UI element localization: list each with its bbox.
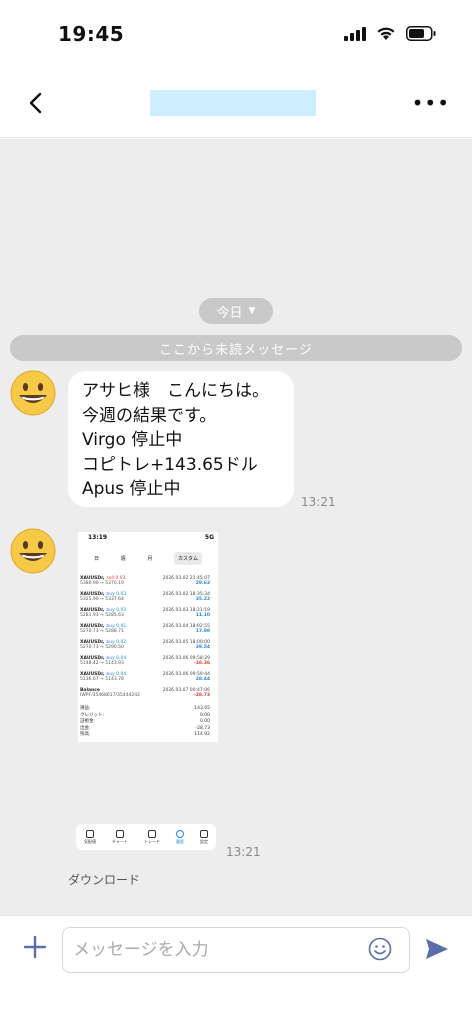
mini-toolbar-item: トレード xyxy=(143,829,160,845)
mini-trade-row: XAUUSDr, sell 0.03 2026.03.02 21:45:07 5380… xyxy=(80,576,218,586)
mini-summary-label: 証拠金: xyxy=(80,719,96,724)
mini-summary-value: 0.00 xyxy=(199,712,210,718)
mini-toolbar-icon xyxy=(86,829,94,838)
mini-time: 13:19 xyxy=(88,534,108,541)
mini-tabs: 日 週 月 カスタム xyxy=(88,548,208,568)
mini-toolbar-icon xyxy=(199,829,208,838)
mini-profit: 11.10 xyxy=(195,613,210,618)
grinning-face-avatar[interactable] xyxy=(10,528,56,574)
message-line: アサヒ様 こんにちは。 xyxy=(82,381,269,401)
mini-summary-value: -28.73 xyxy=(195,725,210,731)
wifi-icon xyxy=(377,27,395,40)
mini-summary-label: 損益: xyxy=(80,706,91,711)
download-link[interactable]: ダウンロード xyxy=(68,871,140,888)
mini-prices: 5380.90 → 5370.19 xyxy=(80,581,124,586)
mini-toolbar-label: 履歴 xyxy=(175,838,184,844)
mini-summary-row: 証拠金: 0.00 xyxy=(80,719,218,725)
mini-summary-row: 損益: 143.65 xyxy=(80,706,218,712)
mini-toolbar-label: 設定 xyxy=(199,838,208,844)
mini-toolbar-label: トレード xyxy=(143,838,160,844)
date-label: 今日 xyxy=(216,305,243,321)
plus-icon[interactable] xyxy=(22,934,48,960)
emoji-icon[interactable] xyxy=(368,937,392,961)
signal-icon xyxy=(344,26,366,41)
mini-trade-row: XAUUSDr, buy 0.01 2026.03.04 18:02:55 5270.… xyxy=(80,624,218,634)
message-timestamp: 13:21 xyxy=(226,845,261,859)
trade-history-screenshot: 13:19 5G 日 週 月 カスタム XAUUSDr, sell 0.03 202… xyxy=(78,532,218,742)
mini-profit: 35.22 xyxy=(195,597,210,602)
mini-tab-active: カスタム xyxy=(173,551,202,565)
mini-toolbar-item: チャート xyxy=(112,829,128,845)
mini-summary-row: 残高: 114.92 xyxy=(80,732,218,738)
mini-trade-row: XAUUSDr, buy 0.04 2026.03.06 09:59:44 5136.… xyxy=(80,672,218,682)
message-line: コピトレ+143.65ドル xyxy=(82,454,258,475)
more-button[interactable]: ••• xyxy=(412,93,450,113)
input-bar xyxy=(0,915,472,1024)
mini-profit: 29.63 xyxy=(195,581,210,586)
mini-toolbar-label: 気配値 xyxy=(84,838,96,844)
mini-network: 5G xyxy=(204,534,214,541)
mini-tab: 日 xyxy=(94,555,100,562)
mini-prices: 5325.90 → 5337.64 xyxy=(80,597,124,602)
mini-prices: 5281.93 → 5285.63 xyxy=(80,613,124,618)
message-line: 今週の結果です。 xyxy=(82,405,217,426)
mini-prices: 5270.73 → 5288.71 xyxy=(80,629,124,634)
mini-trade-row: XAUUSDr, buy 0.02 2026.03.05 18:00:00 5270.… xyxy=(80,640,218,650)
mini-prices: 5136.67 → 5143.78 xyxy=(80,677,124,682)
unread-divider: ここから未読メッセージ xyxy=(10,335,462,361)
unread-label: ここから未読メッセージ xyxy=(159,342,313,358)
mini-toolbar-icon xyxy=(147,829,156,838)
mini-summary-value: 0.00 xyxy=(199,719,210,724)
mini-toolbar: 気配値 チャート トレード 履歴 設定 xyxy=(76,824,216,850)
mini-profit: 28.44 xyxy=(195,677,210,682)
date-selector[interactable]: 今日 ▼ xyxy=(199,298,273,324)
message-bubble[interactable]: アサヒ様 こんにちは。 今週の結果です。 Virgo 停止中 コピトレ+143.… xyxy=(68,371,294,507)
nav-bar: ••• xyxy=(0,70,472,138)
mini-summary-value: 143.65 xyxy=(194,706,210,711)
mini-toolbar-icon xyxy=(175,829,184,838)
battery-icon xyxy=(406,26,436,41)
chat-title-placeholder xyxy=(150,90,316,116)
status-time: 19:45 xyxy=(58,22,125,46)
message-input[interactable] xyxy=(62,927,410,973)
chevron-left-icon xyxy=(29,92,42,114)
caret-down-icon: ▼ xyxy=(248,306,256,316)
mini-summary-label: 残高: xyxy=(80,732,91,737)
mini-summary-row: クレジット: 0.00 xyxy=(80,713,218,719)
mini-toolbar-icon xyxy=(115,829,124,838)
mini-trade-row: XAUUSDr, buy 0.04 2026.03.06 09:58:29 5148.… xyxy=(80,656,218,666)
send-icon[interactable] xyxy=(424,937,450,961)
message-timestamp: 13:21 xyxy=(301,495,336,509)
mini-tab: 月 xyxy=(147,555,153,562)
mini-prices: 5270.73 → 5290.50 xyxy=(80,645,124,650)
mini-balance-value: -28.73 xyxy=(193,693,210,698)
mini-tab: 週 xyxy=(120,555,126,562)
mini-account: IWPF/35468617/35444242 xyxy=(80,693,140,698)
mini-summary-label: 出金: xyxy=(80,725,91,731)
status-icons xyxy=(344,26,436,41)
more-horizontal-icon: ••• xyxy=(411,91,450,115)
mini-summary-row: 出金: -28.73 xyxy=(80,726,218,732)
image-message[interactable]: 13:19 5G 日 週 月 カスタム XAUUSDr, sell 0.03 202… xyxy=(68,524,222,858)
mini-trade-row: XAUUSDr, buy 0.03 2026.03.03 18:21:19 5281.… xyxy=(80,608,218,618)
mini-toolbar-item: 気配値 xyxy=(84,829,96,845)
grinning-face-avatar[interactable] xyxy=(10,370,56,416)
back-button[interactable] xyxy=(20,88,50,118)
mini-profit: -18.36 xyxy=(193,661,210,666)
message-line: Apus 停止中 xyxy=(82,479,181,499)
mini-toolbar-item: 設定 xyxy=(199,829,208,845)
status-bar: 19:45 xyxy=(0,0,472,70)
message-line: Virgo 停止中 xyxy=(82,430,183,450)
mini-toolbar-item: 履歴 xyxy=(175,829,184,845)
mini-summary-value: 114.92 xyxy=(194,732,210,737)
mini-profit: 39.54 xyxy=(195,645,210,650)
mini-balance-row: Balance 2026.03.07 00:47:06 IWPF/35468617/… xyxy=(80,688,218,698)
mini-profit: 17.98 xyxy=(195,629,210,634)
mini-trade-row: XAUUSDr, buy 0.03 2026.03.02 18:35:34 5325.… xyxy=(80,592,218,602)
mini-status-bar: 13:19 5G xyxy=(88,534,214,546)
mini-prices: 5148.42 → 5143.93 xyxy=(80,661,124,666)
mini-summary-label: クレジット: xyxy=(80,712,105,718)
mini-toolbar-label: チャート xyxy=(112,838,128,844)
